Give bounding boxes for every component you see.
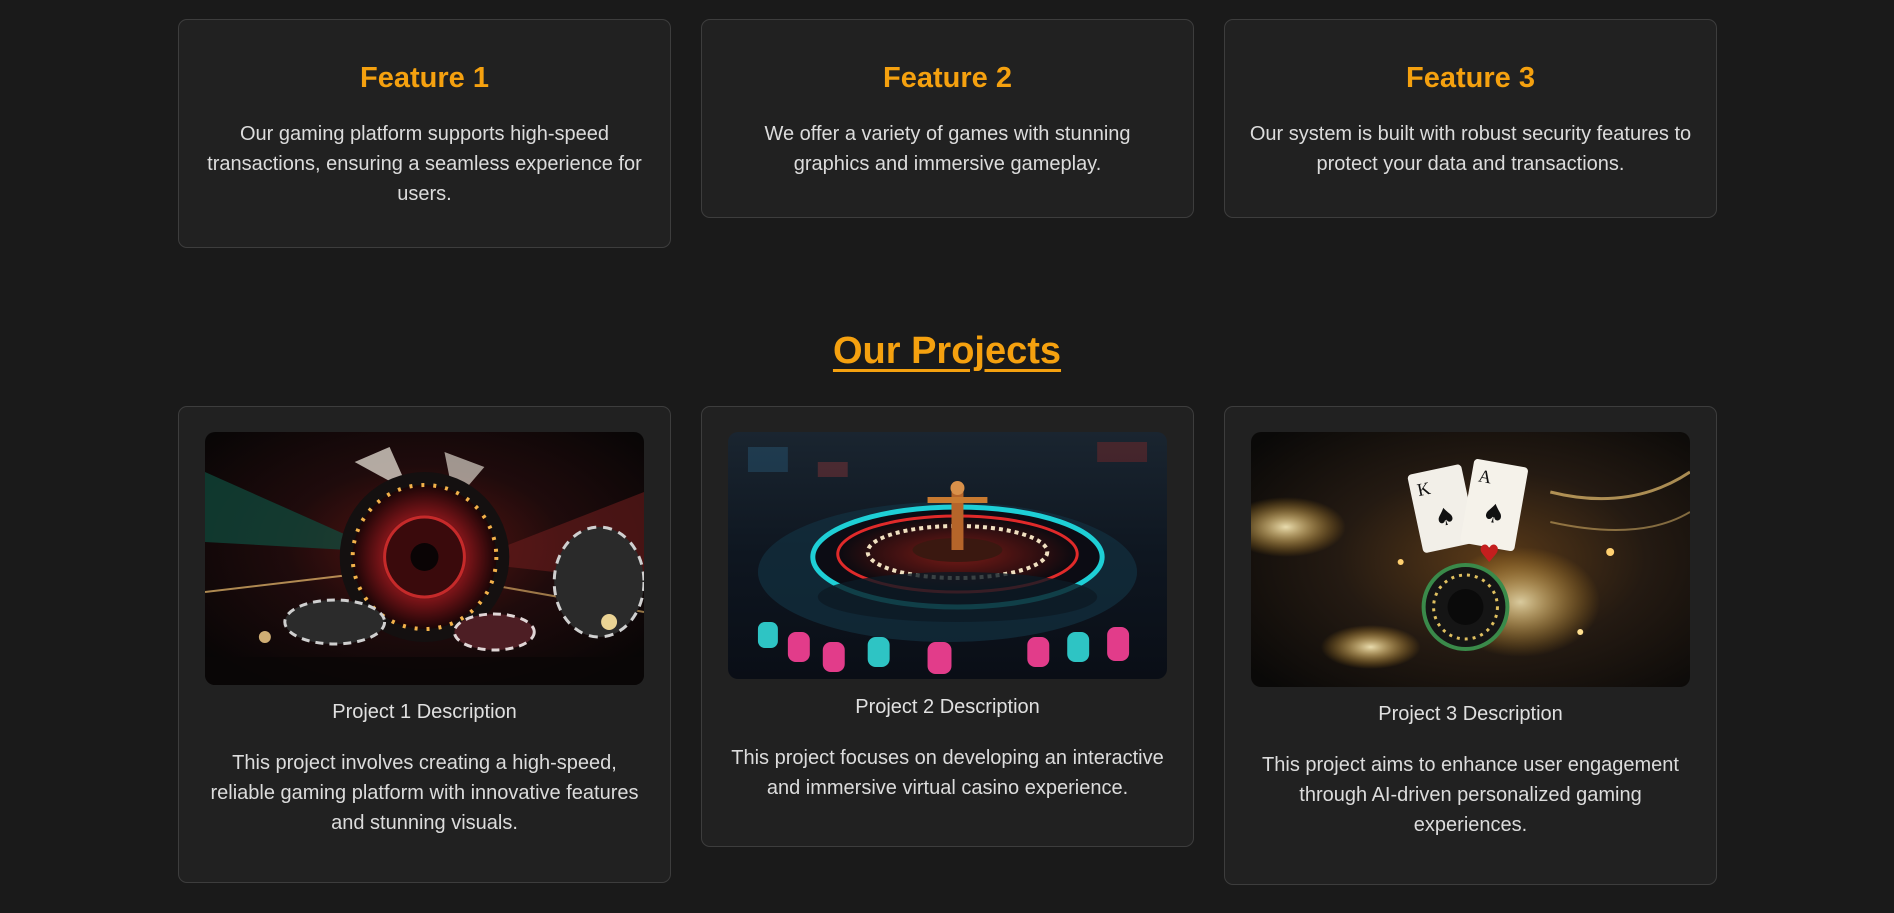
project-card-2: Project 2 Description This project focus…	[701, 406, 1194, 847]
feature-card-3: Feature 3 Our system is built with robus…	[1224, 19, 1717, 218]
feature-text: We offer a variety of games with stunnin…	[764, 123, 1131, 175]
projects-heading: Our Projects	[832, 330, 1062, 372]
casino-wheel-chips-image	[205, 432, 644, 685]
feature-text: Our gaming platform supports high-speed …	[207, 123, 642, 205]
project-text: This project aims to enhance user engage…	[1262, 754, 1679, 836]
feature-text: Our system is built with robust security…	[1249, 123, 1692, 175]
playing-cards-chip-image: K ♠ A ♠ ♥	[1251, 432, 1690, 687]
feature-card-2: Feature 2 We offer a variety of games wi…	[701, 19, 1194, 218]
feature-title: Feature 1	[360, 62, 489, 94]
feature-title: Feature 2	[883, 62, 1012, 94]
project-title: Project 1 Description	[332, 701, 517, 723]
project-title: Project 2 Description	[855, 696, 1040, 718]
feature-title: Feature 3	[1406, 62, 1535, 94]
roulette-wheel-image	[728, 432, 1167, 679]
project-card-3: K ♠ A ♠ ♥ Project 3 Description This pro…	[1224, 406, 1717, 885]
project-text: This project focuses on developing an in…	[731, 747, 1164, 799]
project-card-1: Project 1 Description This project invol…	[178, 406, 671, 883]
feature-card-1: Feature 1 Our gaming platform supports h…	[178, 19, 671, 248]
svg-text:♥: ♥	[1478, 540, 1499, 568]
project-title: Project 3 Description	[1378, 703, 1563, 725]
project-text: This project involves creating a high-sp…	[210, 752, 639, 834]
